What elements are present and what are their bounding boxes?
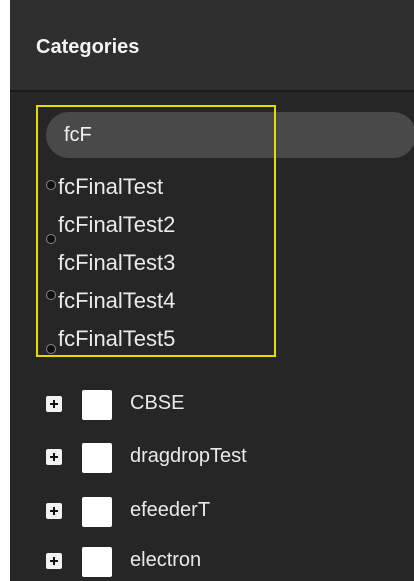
panel-title: Categories [36,36,140,58]
marker-dot [46,234,56,244]
suggestion-item[interactable]: fcFinalTest [58,172,268,210]
expand-icon[interactable] [46,553,62,569]
tree-item-label: electron [130,549,202,571]
marker-dot [46,290,56,300]
left-margin [0,0,10,581]
tree-item-efeedert[interactable]: efeederT [46,495,406,531]
suggestion-item[interactable]: fcFinalTest5 [58,324,268,362]
panel-header: Categories [10,0,414,92]
expand-icon[interactable] [46,396,62,412]
suggestion-list: fcFinalTest fcFinalTest2 fcFinalTest3 fc… [58,172,268,362]
suggestion-item[interactable]: fcFinalTest4 [58,286,268,324]
suggestion-item[interactable]: fcFinalTest2 [58,210,268,248]
list-markers [46,172,56,362]
tree-item-label: efeederT [130,499,211,521]
checkbox[interactable] [82,497,112,527]
expand-icon[interactable] [46,449,62,465]
tree-item-dragdroptest[interactable]: dragdropTest [46,441,406,477]
marker-dot [46,344,56,354]
expand-icon[interactable] [46,503,62,519]
marker-dot [46,180,56,190]
checkbox[interactable] [82,547,112,577]
checkbox[interactable] [82,443,112,473]
checkbox[interactable] [82,390,112,420]
tree-item-electron[interactable]: electron [46,545,406,581]
suggestion-item[interactable]: fcFinalTest3 [58,248,268,286]
tree-item-cbse[interactable]: CBSE [46,388,406,424]
categories-panel: Categories fcFinalTest fcFinalTest2 fcFi… [10,0,414,581]
tree-item-label: dragdropTest [130,445,247,467]
tree-item-label: CBSE [130,392,185,414]
